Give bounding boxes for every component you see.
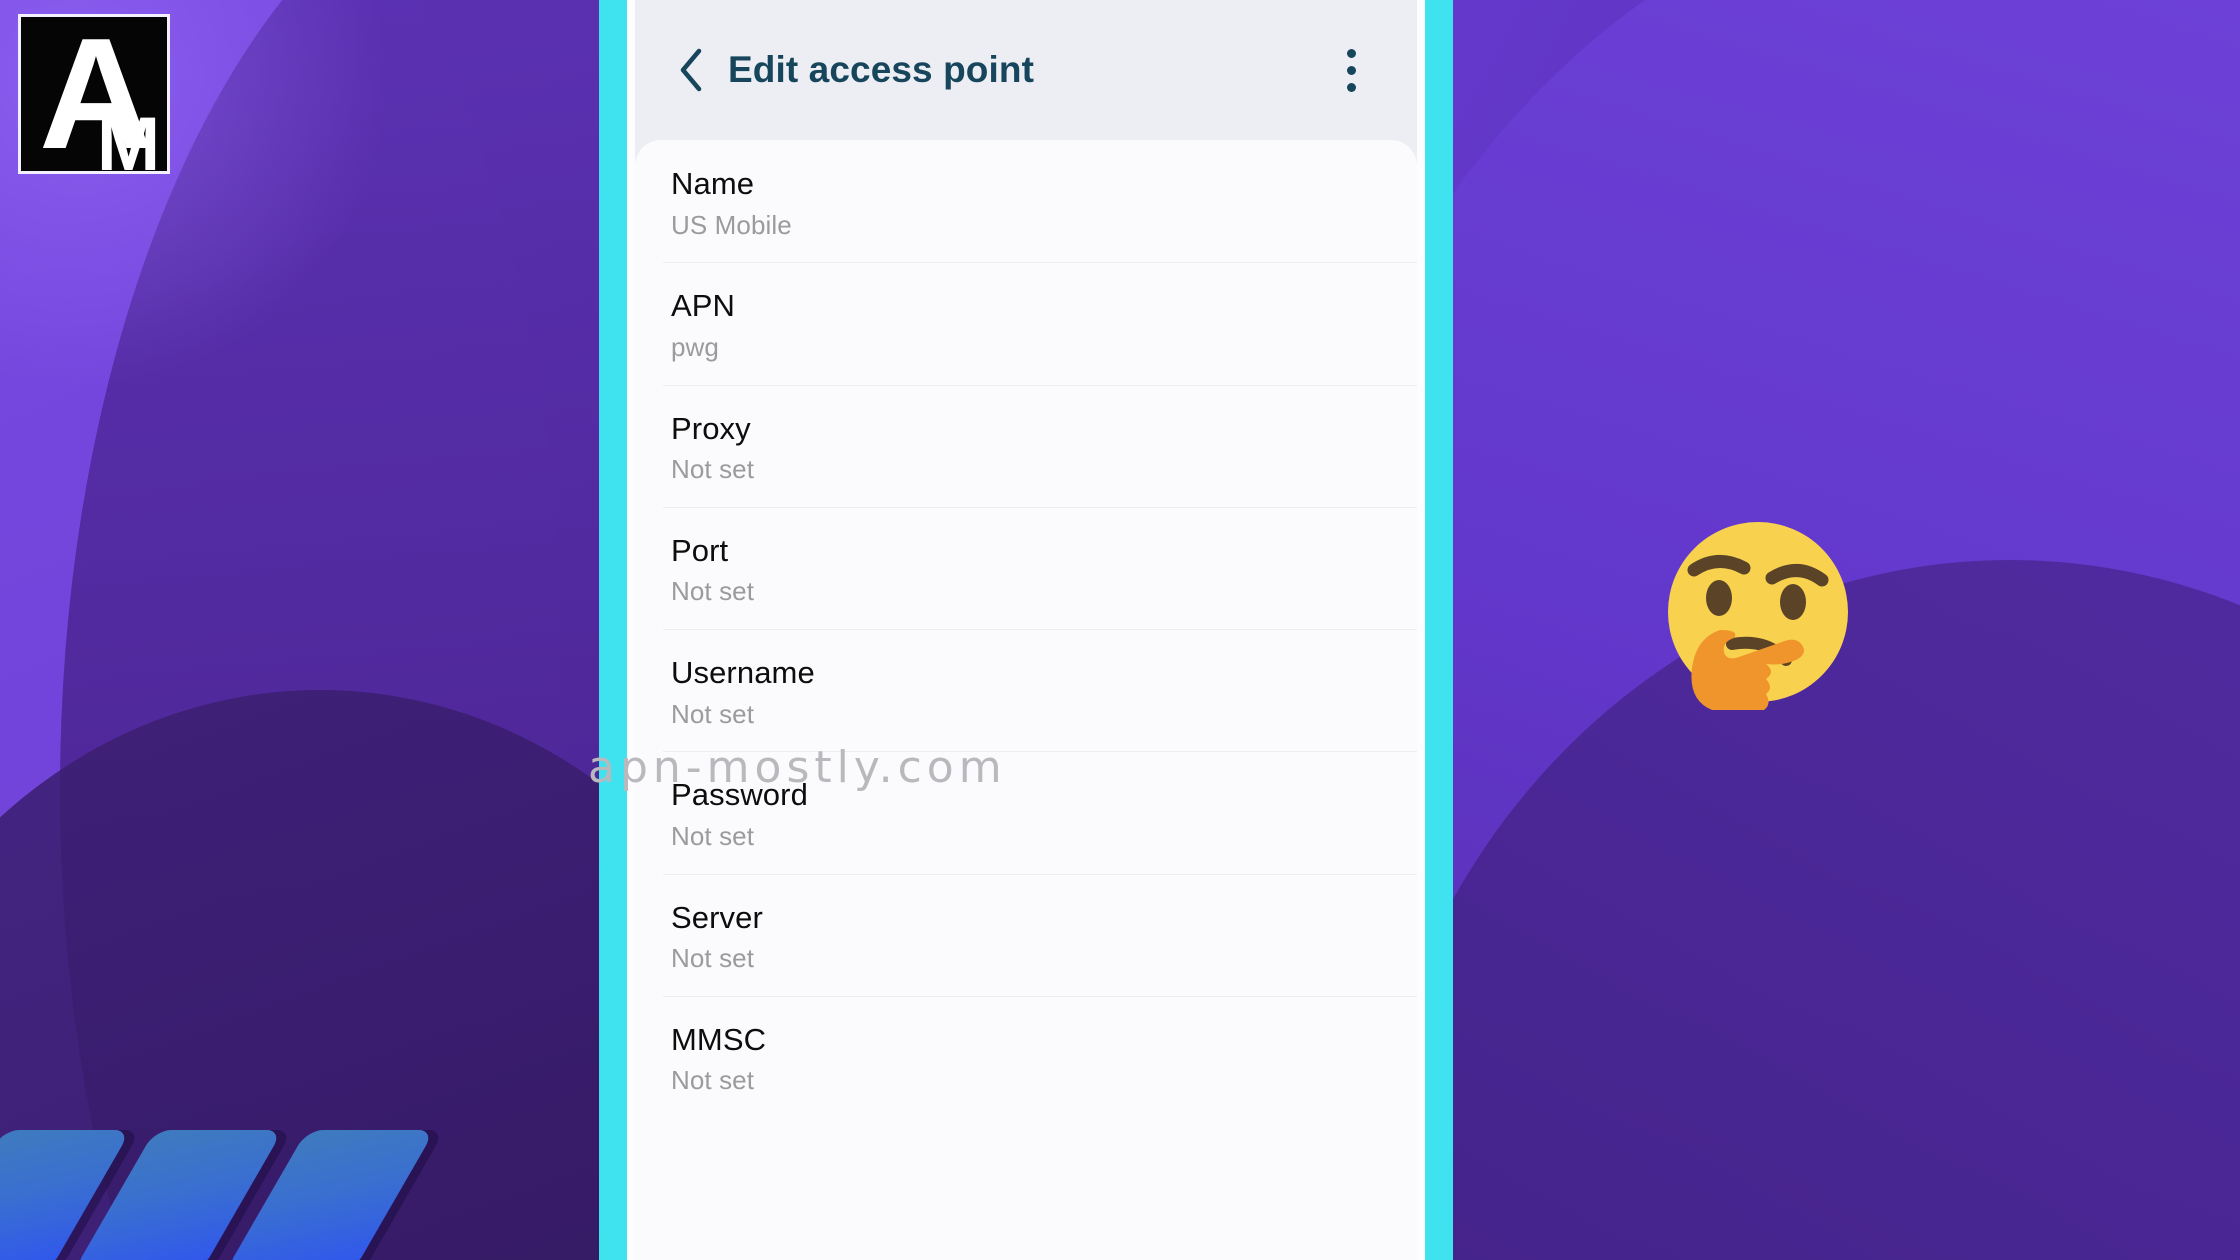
decorative-chevrons [0, 1130, 435, 1260]
settings-row-label: Password [671, 777, 808, 813]
logo-mark: A M [21, 17, 167, 171]
settings-row-label: Server [671, 899, 763, 935]
accent-strip-right [1425, 0, 1453, 1260]
settings-row[interactable]: Server Not set [635, 873, 1417, 996]
settings-row-label: MMSC [671, 1021, 767, 1057]
more-vertical-icon-dot [1346, 82, 1356, 92]
settings-row-label: Port [671, 532, 729, 568]
settings-row[interactable]: Password Not set [635, 751, 1417, 873]
frame-gap-right [1417, 0, 1425, 1260]
settings-row-value: US Mobile [671, 209, 792, 240]
settings-row-value: Not set [671, 698, 755, 729]
settings-row-value: Not set [671, 820, 755, 851]
settings-row-value: Not set [671, 576, 755, 607]
settings-row-label: APN [671, 288, 736, 324]
settings-row-value: Not set [671, 943, 755, 974]
brand-logo: A M [18, 14, 170, 174]
phone-screen: Edit access point Name US Mobile APN pwg Pro… [635, 0, 1417, 1260]
more-vertical-icon-dot [1346, 65, 1356, 75]
settings-row[interactable]: MMSC Not set [635, 995, 1417, 1118]
frame-gap-left [627, 0, 635, 1260]
settings-row-value: pwg [671, 331, 719, 362]
settings-row-value: Not set [671, 1065, 755, 1096]
settings-card: Name US Mobile APN pwg Proxy Not set Port Not s… [635, 140, 1417, 1260]
settings-row-label: Proxy [671, 410, 751, 446]
settings-row[interactable]: Username Not set [635, 629, 1417, 751]
settings-row-value: Not set [671, 454, 755, 485]
chevron-left-icon [676, 47, 706, 93]
settings-row[interactable]: Proxy Not set [635, 384, 1417, 507]
settings-row[interactable]: Port Not set [635, 506, 1417, 629]
settings-row[interactable]: Name US Mobile [635, 140, 1417, 262]
back-button[interactable] [663, 42, 719, 98]
settings-row-label: Username [671, 655, 815, 690]
more-vertical-icon-dot [1346, 48, 1356, 58]
settings-row-label: Name [671, 166, 755, 201]
page-title: Edit access point [728, 49, 1035, 90]
settings-row[interactable]: APN pwg [635, 262, 1417, 384]
logo-letter-m: M [96, 102, 161, 174]
accent-strip-left [599, 0, 627, 1260]
screenshot-canvas: A M Edit access point Name US Mobile APN… [0, 0, 2240, 1260]
thinking-face-emoji [1660, 518, 1856, 714]
app-bar: Edit access point [635, 0, 1417, 140]
settings-list: Name US Mobile APN pwg Proxy Not set Port Not s… [635, 140, 1417, 1118]
overflow-menu-button[interactable] [1327, 40, 1375, 100]
